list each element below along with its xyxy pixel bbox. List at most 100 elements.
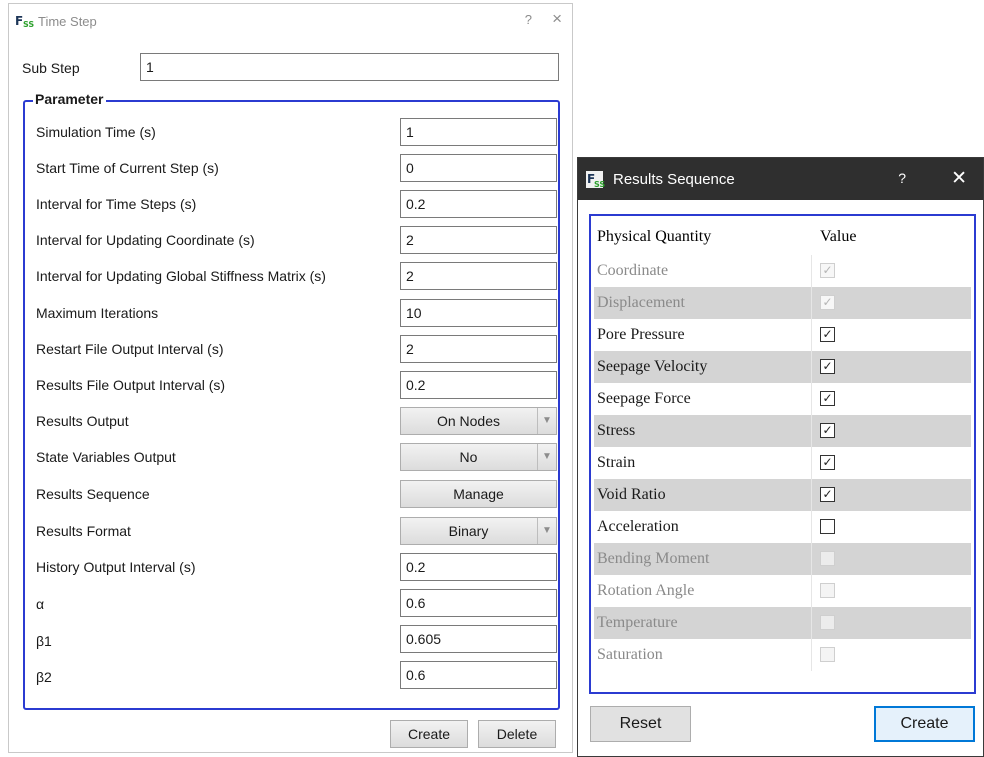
- checkbox-saturation[interactable]: [820, 647, 835, 662]
- table-row: Displacement ✓: [594, 287, 971, 319]
- beta1-input[interactable]: 0.605: [400, 625, 557, 653]
- interval-updating-coordinate-label: Interval for Updating Coordinate (s): [36, 232, 255, 248]
- restart-file-interval-label: Restart File Output Interval (s): [36, 341, 224, 357]
- chevron-down-icon[interactable]: ▼: [537, 444, 556, 470]
- history-output-interval-input[interactable]: 0.2: [400, 553, 557, 581]
- results-file-interval-input[interactable]: 0.2: [400, 371, 557, 399]
- results-format-select[interactable]: Binary ▼: [400, 517, 557, 545]
- check-icon[interactable]: ✓: [820, 423, 835, 438]
- time-step-titlebar[interactable]: F SS Time Step ? ×: [9, 4, 572, 38]
- chevron-down-icon[interactable]: ▼: [537, 408, 556, 434]
- checkbox-bending-moment[interactable]: [820, 551, 835, 566]
- check-icon[interactable]: ✓: [820, 327, 835, 342]
- results-output-value: On Nodes: [436, 413, 501, 429]
- table-row: Coordinate ✓: [594, 255, 971, 287]
- beta1-label: β1: [36, 633, 52, 649]
- check-icon[interactable]: ✓: [820, 295, 835, 310]
- state-variables-output-value: No: [459, 449, 478, 465]
- checkbox-temperature[interactable]: [820, 615, 835, 630]
- table-row: Strain ✓: [594, 447, 971, 479]
- table-row: Seepage Velocity ✓: [594, 351, 971, 383]
- table-row: Rotation Angle: [594, 575, 971, 607]
- interval-updating-coordinate-input[interactable]: 2: [400, 226, 557, 254]
- check-icon[interactable]: ✓: [820, 263, 835, 278]
- table-row: Void Ratio ✓: [594, 479, 971, 511]
- app-icon: F SS: [15, 13, 35, 29]
- chevron-down-icon[interactable]: ▼: [537, 518, 556, 544]
- check-icon[interactable]: ✓: [820, 359, 835, 374]
- help-icon[interactable]: ?: [898, 170, 906, 186]
- quantity-seepage-velocity: Seepage Velocity: [597, 358, 708, 375]
- interval-time-steps-input[interactable]: 0.2: [400, 190, 557, 218]
- header-physical-quantity: Physical Quantity: [597, 228, 712, 245]
- results-format-value: Binary: [448, 523, 489, 539]
- table-row: Acceleration: [594, 511, 971, 543]
- quantity-strain: Strain: [597, 454, 636, 471]
- checkbox-rotation-angle[interactable]: [820, 583, 835, 598]
- quantity-bending-moment: Bending Moment: [597, 550, 710, 567]
- app-icon: F SS: [586, 170, 606, 189]
- sub-step-label: Sub Step: [22, 60, 80, 76]
- quantity-stress: Stress: [597, 422, 636, 439]
- table-row: Seepage Force ✓: [594, 383, 971, 415]
- manage-button[interactable]: Manage: [400, 480, 557, 508]
- start-time-label: Start Time of Current Step (s): [36, 160, 219, 176]
- table-row: Temperature: [594, 607, 971, 639]
- close-icon[interactable]: ×: [552, 9, 562, 29]
- results-sequence-table: Physical Quantity Value Coordinate ✓ Dis…: [594, 219, 971, 671]
- sub-step-input[interactable]: 1: [140, 53, 559, 81]
- time-step-title: Time Step: [38, 13, 97, 29]
- maximum-iterations-label: Maximum Iterations: [36, 305, 159, 321]
- quantity-rotation-angle: Rotation Angle: [597, 582, 695, 599]
- results-sequence-dialog: F SS Results Sequence ? ✕ Physical Quanti…: [577, 157, 984, 757]
- check-icon[interactable]: ✓: [820, 487, 835, 502]
- results-sequence-label: Results Sequence: [36, 486, 150, 502]
- parameter-groupbox: Parameter Simulation Time (s) 1 Start Ti…: [23, 91, 560, 710]
- beta2-label: β2: [36, 669, 52, 685]
- state-variables-output-select[interactable]: No ▼: [400, 443, 557, 471]
- simulation-time-label: Simulation Time (s): [36, 124, 156, 140]
- quantity-seepage-force: Seepage Force: [597, 390, 691, 407]
- table-row: Stress ✓: [594, 415, 971, 447]
- interval-updating-stiffness-input[interactable]: 2: [400, 262, 557, 290]
- reset-button[interactable]: Reset: [590, 706, 691, 742]
- checkbox-acceleration[interactable]: [820, 519, 835, 534]
- delete-button[interactable]: Delete: [478, 720, 556, 748]
- alpha-input[interactable]: 0.6: [400, 589, 557, 617]
- help-icon[interactable]: ?: [525, 12, 532, 27]
- quantity-saturation: Saturation: [597, 646, 663, 663]
- table-row: Bending Moment: [594, 543, 971, 575]
- results-sequence-table-frame: Physical Quantity Value Coordinate ✓ Dis…: [589, 214, 976, 694]
- quantity-acceleration: Acceleration: [597, 518, 679, 535]
- close-icon[interactable]: ✕: [951, 167, 967, 190]
- parameter-group-title: Parameter: [33, 91, 106, 107]
- restart-file-interval-input[interactable]: 2: [400, 335, 557, 363]
- start-time-input[interactable]: 0: [400, 154, 557, 182]
- create-button[interactable]: Create: [390, 720, 468, 748]
- results-file-interval-label: Results File Output Interval (s): [36, 377, 226, 393]
- history-output-interval-label: History Output Interval (s): [36, 559, 196, 575]
- results-format-label: Results Format: [36, 523, 131, 539]
- results-sequence-title: Results Sequence: [613, 170, 735, 188]
- results-output-label: Results Output: [36, 413, 129, 429]
- check-icon[interactable]: ✓: [820, 455, 835, 470]
- check-icon[interactable]: ✓: [820, 391, 835, 406]
- quantity-coordinate: Coordinate: [597, 262, 669, 279]
- create-button[interactable]: Create: [874, 706, 975, 742]
- time-step-dialog: F SS Time Step ? × Sub Step 1 Parameter S…: [8, 3, 573, 753]
- beta2-input[interactable]: 0.6: [400, 661, 557, 689]
- alpha-label: α: [36, 596, 45, 612]
- table-header: Physical Quantity Value: [594, 219, 971, 255]
- table-row: Pore Pressure ✓: [594, 319, 971, 351]
- interval-time-steps-label: Interval for Time Steps (s): [36, 196, 197, 212]
- quantity-temperature: Temperature: [597, 614, 678, 631]
- results-sequence-titlebar[interactable]: F SS Results Sequence ? ✕: [578, 158, 983, 200]
- quantity-void-ratio: Void Ratio: [597, 486, 666, 503]
- state-variables-output-label: State Variables Output: [36, 449, 176, 465]
- table-row: Saturation: [594, 639, 971, 671]
- maximum-iterations-input[interactable]: 10: [400, 299, 557, 327]
- results-output-select[interactable]: On Nodes ▼: [400, 407, 557, 435]
- simulation-time-input[interactable]: 1: [400, 118, 557, 146]
- interval-updating-stiffness-label: Interval for Updating Global Stiffness M…: [36, 268, 326, 284]
- quantity-displacement: Displacement: [597, 294, 685, 311]
